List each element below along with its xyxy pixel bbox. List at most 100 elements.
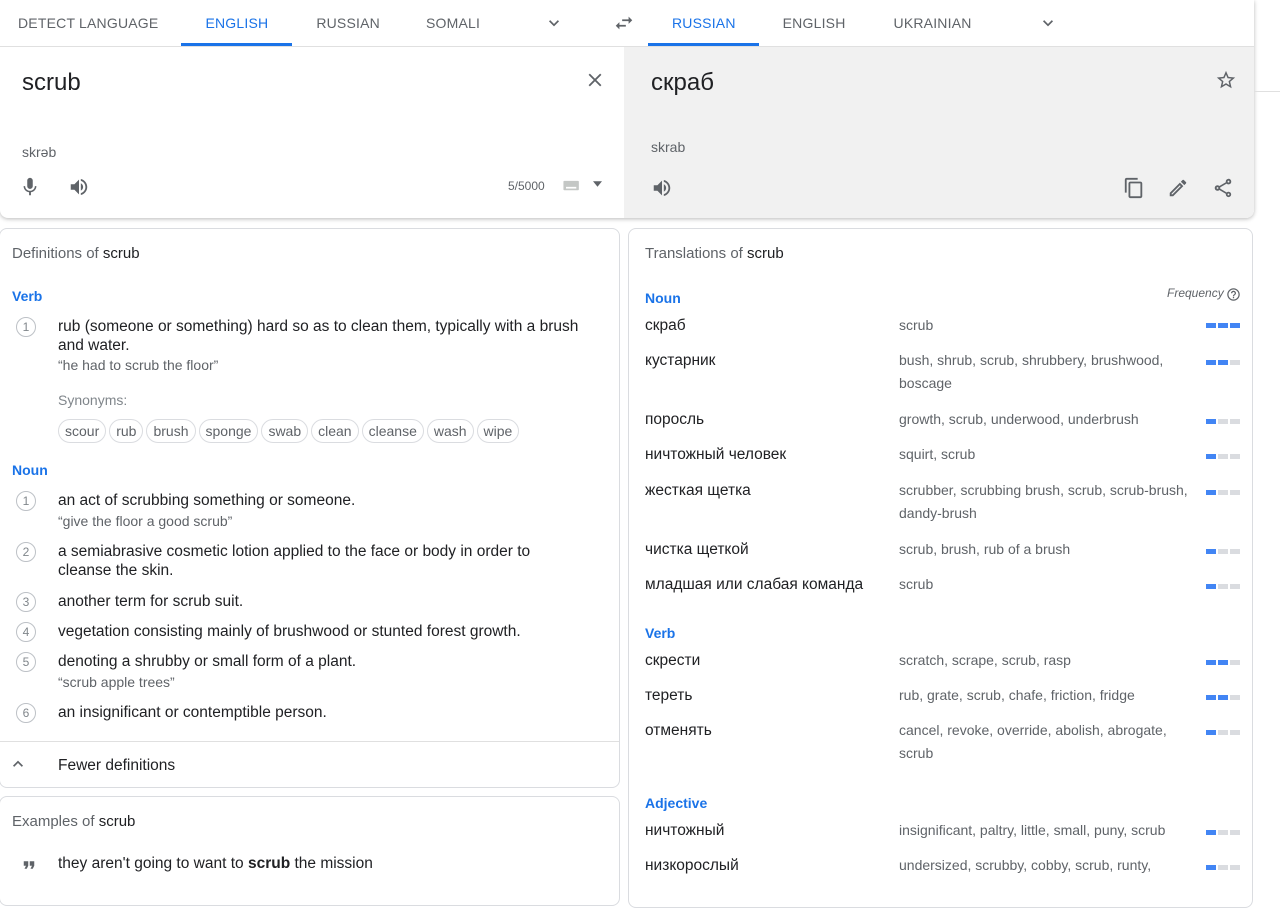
tab-target-ukrainian[interactable]: UKRAINIAN [870,0,996,46]
frequency-bar [1206,490,1240,495]
synonyms-label: Synonyms: [58,392,128,408]
source-text-input[interactable]: scrub [22,69,81,97]
microphone-icon[interactable] [18,175,42,199]
synonym-chip[interactable]: wash [426,419,474,443]
reverse-translations: scrub [899,317,934,333]
synonym-chip[interactable]: wipe [476,419,520,443]
tab-source-somali[interactable]: SOMALI [404,0,504,46]
frequency-segment [1218,865,1228,870]
synonym-chip[interactable]: swab [261,419,309,443]
save-translation-star-icon[interactable] [1214,68,1238,92]
tab-detect-language[interactable]: DETECT LANGUAGE [0,0,181,46]
tab-source-english[interactable]: ENGLISH [181,0,293,46]
source-pane: scrub skrəb 5/5000 [0,46,624,218]
target-listen-speaker-icon[interactable] [650,176,674,200]
definition-text: denoting a shrubby or small form of a pl… [58,653,357,670]
frequency-segment [1218,419,1228,424]
frequency-segment [1218,660,1228,665]
share-icon[interactable] [1211,176,1235,200]
definition-number: 1 [16,491,36,511]
target-language-bar: RUSSIAN ENGLISH UKRAINIAN [648,0,1060,46]
translations-title: Translations of scrub [645,245,784,262]
definition-text: another term for scrub suit. [58,593,244,610]
source-listen-speaker-icon[interactable] [67,175,91,199]
reverse-translations: undersized, scrubby, cobby, scrub, runty… [899,857,1152,873]
frequency-segment [1230,865,1240,870]
reverse-translations: squirt, scrub [899,446,976,462]
frequency-segment [1218,730,1228,735]
reverse-translations: scratch, scrape, scrub, rasp [899,652,1071,668]
frequency-bar [1206,454,1240,459]
frequency-segment [1218,549,1228,554]
tab-target-english[interactable]: ENGLISH [759,0,870,46]
frequency-segment [1230,490,1240,495]
edit-translation-pencil-icon[interactable] [1166,176,1190,200]
frequency-help-icon[interactable] [1225,286,1241,302]
chevron-up-icon [8,754,28,774]
definition-text: vegetation consisting mainly of brushwoo… [58,623,521,640]
target-transliteration: skrab [651,139,686,155]
definition-number: 1 [16,317,36,337]
examples-card: Examples of scrub they aren't going to w… [0,796,620,906]
frequency-segment [1218,323,1228,328]
synonym-chip[interactable]: scour [58,419,107,443]
synonym-chips: scour rub brush sponge swab clean cleans… [58,419,520,443]
synonym-chip[interactable]: cleanse [361,419,424,443]
translation-word: кустарник [645,352,716,369]
frequency-segment [1230,730,1240,735]
swap-languages-icon[interactable] [612,12,636,34]
synonym-chip[interactable]: clean [311,419,359,443]
frequency-label: Frequency [1167,286,1224,300]
translation-word: низкорослый [645,857,739,874]
synonym-chip[interactable]: rub [109,419,144,443]
frequency-bar [1206,584,1240,589]
input-tools-caret-down-icon[interactable] [590,179,604,189]
frequency-segment [1218,490,1228,495]
definitions-noun-label: Noun [12,462,48,478]
translation-word: отменять [645,722,712,739]
translation-word: тереть [645,687,693,704]
frequency-bar [1206,360,1240,365]
reverse-translations: scrub, brush, rub of a brush [899,541,1071,557]
frequency-segment [1218,584,1228,589]
copy-translation-icon[interactable] [1122,176,1146,200]
translate-box: DETECT LANGUAGE ENGLISH RUSSIAN SOMALI R… [0,0,1254,218]
frequency-segment [1206,419,1216,424]
translation-word: ничтожный [645,822,725,839]
synonym-chip[interactable]: brush [146,419,196,443]
frequency-segment [1206,360,1216,365]
reverse-translations: growth, scrub, underwood, underbrush [899,411,1139,427]
frequency-bar [1206,695,1240,700]
keyboard-icon[interactable] [562,179,582,193]
frequency-segment [1230,584,1240,589]
fewer-definitions-button[interactable]: Fewer definitions [0,741,619,787]
frequency-segment [1206,454,1216,459]
frequency-segment [1230,360,1240,365]
translation-word: поросль [645,411,705,428]
synonym-chip[interactable]: sponge [198,419,259,443]
frequency-bar [1206,830,1240,835]
tab-source-russian[interactable]: RUSSIAN [292,0,404,46]
tab-target-russian[interactable]: RUSSIAN [648,0,759,46]
frequency-segment [1230,419,1240,424]
translations-noun-label: Noun [645,290,681,306]
target-more-languages-chevron-down-icon[interactable] [1036,0,1060,46]
source-more-languages-chevron-down-icon[interactable] [542,0,566,46]
definition-example: “give the floor a good scrub” [58,513,233,529]
frequency-bar [1206,865,1240,870]
quote-icon [20,857,38,873]
frequency-bar [1206,660,1240,665]
translation-word: чистка щеткой [645,541,749,558]
translation-word: скраб [645,317,686,334]
frequency-segment [1230,323,1240,328]
clear-source-close-icon[interactable] [584,69,606,91]
reverse-translations: rub, grate, scrub, chafe, friction, frid… [899,687,1135,703]
translations-card: Translations of scrub Frequency Noun скр… [628,228,1253,908]
frequency-segment [1218,454,1228,459]
frequency-segment [1218,830,1228,835]
frequency-bar [1206,730,1240,735]
definition-number: 4 [16,622,36,642]
frequency-segment [1206,865,1216,870]
frequency-segment [1230,660,1240,665]
frequency-segment [1206,549,1216,554]
